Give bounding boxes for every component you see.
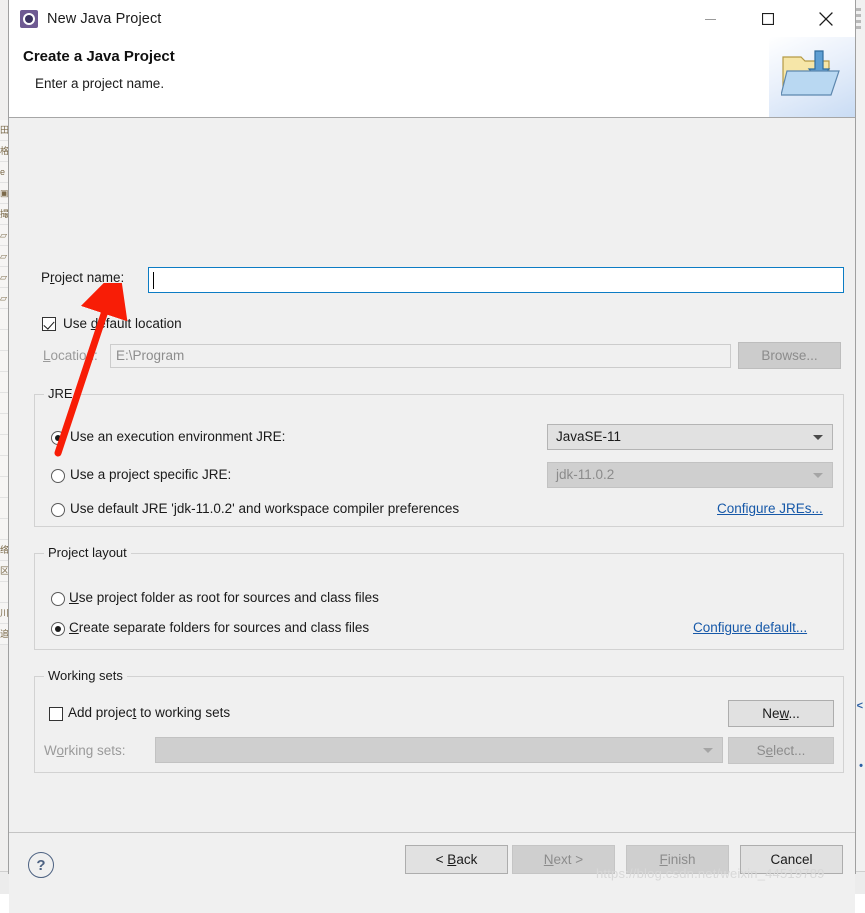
project-name-label: Project name: (41, 270, 125, 285)
radio-project-specific-jre[interactable] (51, 469, 65, 483)
next-label: Next > (543, 852, 584, 867)
text-caret (153, 272, 154, 289)
location-input: E:\Program (110, 344, 731, 368)
minimize-button[interactable] (681, 0, 739, 38)
project-jre-combo[interactable]: jdk-11.0.2 (547, 462, 833, 488)
browse-button[interactable]: Browse... (738, 342, 841, 369)
select-working-set-button[interactable]: Select... (728, 737, 834, 764)
location-value: E:\Program (116, 348, 185, 363)
maximize-button[interactable] (739, 0, 797, 38)
eclipse-wizard-icon (20, 10, 38, 28)
minimize-icon (704, 18, 716, 20)
radio-project-folder-root-label: Use project folder as root for sources a… (69, 590, 379, 605)
finish-label: Finish (659, 852, 696, 867)
chevron-down-icon (813, 473, 823, 478)
use-default-location-label: Use default location (63, 316, 182, 331)
project-jre-value: jdk-11.0.2 (556, 467, 615, 482)
project-layout-group-title: Project layout (44, 545, 131, 560)
working-sets-combo[interactable] (155, 737, 723, 763)
browse-label: Browse... (761, 348, 818, 363)
radio-execution-environment-jre-label: Use an execution environment JRE: (70, 429, 286, 444)
background-marker: < (856, 700, 863, 712)
java-project-folder-icon (769, 37, 855, 117)
execution-environment-value: JavaSE-11 (556, 429, 622, 444)
radio-execution-environment-jre[interactable] (51, 431, 65, 445)
select-working-set-label: Select... (756, 743, 806, 758)
execution-environment-combo[interactable]: JavaSE-11 (547, 424, 833, 450)
back-button[interactable]: < Back (405, 845, 508, 874)
wizard-header: Create a Java Project Enter a project na… (9, 37, 855, 118)
page-title: Create a Java Project (23, 48, 175, 65)
radio-separate-folders[interactable] (51, 622, 65, 636)
watermark: https://blog.csdn.net/weixin_44519789 (596, 866, 825, 881)
radio-default-jre[interactable] (51, 503, 65, 517)
window-controls (681, 0, 855, 38)
cancel-label: Cancel (770, 852, 813, 867)
chevron-down-icon (813, 435, 823, 440)
radio-project-specific-jre-label: Use a project specific JRE: (70, 467, 232, 482)
new-java-project-dialog: New Java Project Create a Java Project E… (8, 0, 856, 913)
location-label: Location: (43, 348, 98, 363)
background-marker: • (859, 760, 863, 772)
new-working-set-button[interactable]: New... (728, 700, 834, 727)
chevron-down-icon (703, 748, 713, 753)
radio-separate-folders-label: Create separate folders for sources and … (69, 620, 370, 635)
working-sets-group-title: Working sets (44, 668, 127, 683)
working-sets-label: Working sets: (44, 743, 126, 758)
add-project-to-working-sets-checkbox[interactable] (49, 707, 63, 721)
project-name-input[interactable] (148, 267, 844, 293)
radio-default-jre-label: Use default JRE 'jdk-11.0.2' and workspa… (70, 501, 460, 516)
configure-default-link[interactable]: Configure default... (693, 620, 807, 635)
radio-project-folder-root[interactable] (51, 592, 65, 606)
background-grip-dots (856, 8, 862, 34)
back-label: < Back (435, 852, 478, 867)
dialog-titlebar: New Java Project (9, 0, 855, 38)
configure-jres-link[interactable]: Configure JREs... (717, 501, 823, 516)
use-default-location-checkbox[interactable] (42, 317, 56, 331)
close-icon (819, 12, 833, 26)
maximize-icon (762, 13, 774, 25)
dialog-title: New Java Project (47, 11, 162, 27)
help-icon[interactable]: ? (28, 852, 54, 878)
jre-group-title: JRE (44, 386, 77, 401)
dialog-body: Project name: Use default location Locat… (9, 118, 855, 832)
close-button[interactable] (797, 0, 855, 38)
new-working-set-label: New... (762, 706, 800, 721)
page-subtitle: Enter a project name. (35, 76, 165, 91)
add-project-to-working-sets-label: Add project to working sets (68, 705, 231, 720)
